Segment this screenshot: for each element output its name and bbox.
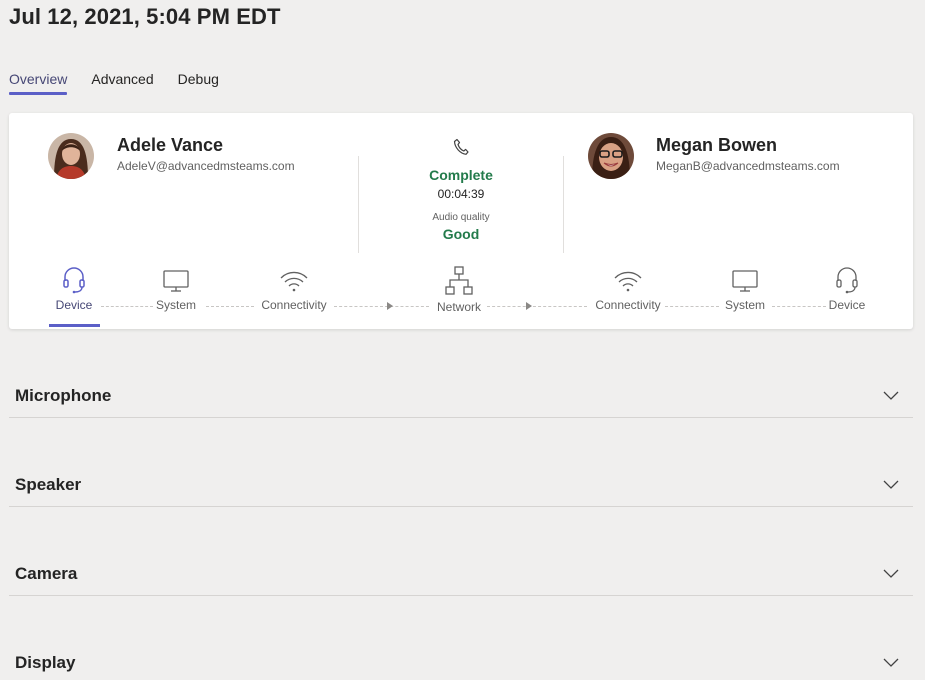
section-title: Speaker [15, 475, 82, 494]
chevron-down-icon [883, 569, 899, 578]
path-node-label: Device [55, 298, 93, 312]
section-title: Camera [15, 564, 78, 583]
path-connector [665, 306, 719, 307]
path-connector [772, 306, 826, 307]
path-node-callee-device[interactable]: Device [827, 266, 867, 312]
callee-name: Megan Bowen [656, 135, 778, 155]
section-display[interactable]: Display [9, 645, 913, 680]
path-node-caller-system[interactable]: System [151, 266, 201, 312]
path-connector [334, 306, 429, 307]
monitor-icon [732, 270, 758, 292]
divider-left [358, 156, 359, 253]
tab-bar: Overview Advanced Debug [9, 71, 243, 95]
call-duration: 00:04:39 [437, 187, 485, 201]
caller-email: AdeleV@advancedmsteams.com [117, 159, 295, 173]
call-status: Complete [429, 167, 493, 183]
section-speaker[interactable]: Speaker [9, 467, 913, 507]
section-title: Microphone [15, 386, 112, 405]
section-title: Display [15, 653, 76, 672]
path-node-label: Device [828, 298, 866, 312]
path-connector [101, 306, 153, 307]
path-node-label: Network [436, 300, 481, 314]
page-title: Jul 12, 2021, 5:04 PM EDT [9, 4, 281, 29]
section-camera[interactable]: Camera [9, 556, 913, 596]
caller-avatar [48, 133, 94, 179]
audio-quality-value: Good [442, 226, 480, 242]
path-node-label: System [724, 298, 765, 312]
callee-email: MeganB@advancedmsteams.com [656, 159, 840, 173]
audio-quality-label: Audio quality [432, 212, 490, 223]
network-icon [445, 266, 473, 295]
path-connector [206, 306, 254, 307]
caller-name: Adele Vance [117, 135, 224, 155]
chevron-down-icon [883, 480, 899, 489]
active-indicator [49, 324, 100, 327]
arrow-icon [526, 302, 532, 310]
divider-right [563, 156, 564, 253]
call-summary-card: Adele Vance AdeleV@advancedmsteams.com C… [9, 113, 913, 329]
section-microphone[interactable]: Microphone [9, 378, 913, 418]
path-node-label: Connectivity [595, 298, 661, 312]
headset-icon [836, 267, 858, 294]
wifi-icon [614, 271, 642, 292]
callee-avatar [588, 133, 634, 179]
tab-debug[interactable]: Debug [178, 71, 219, 91]
monitor-icon [163, 270, 189, 292]
path-node-caller-connectivity[interactable]: Connectivity [254, 266, 334, 312]
path-connector [487, 306, 587, 307]
phone-icon [453, 138, 469, 155]
call-status-panel: Complete 00:04:39 Audio quality Good [361, 138, 561, 242]
wifi-icon [280, 271, 308, 292]
path-node-callee-connectivity[interactable]: Connectivity [588, 266, 668, 312]
tab-overview[interactable]: Overview [9, 71, 68, 95]
headset-icon [63, 267, 85, 294]
chevron-down-icon [883, 658, 899, 667]
path-node-caller-device[interactable]: Device [54, 266, 94, 312]
tab-advanced[interactable]: Advanced [91, 71, 153, 91]
path-node-callee-system[interactable]: System [720, 266, 770, 312]
path-node-label: System [155, 298, 196, 312]
path-node-label: Connectivity [261, 298, 327, 312]
arrow-icon [387, 302, 393, 310]
path-node-network[interactable]: Network [431, 266, 487, 314]
chevron-down-icon [883, 391, 899, 400]
